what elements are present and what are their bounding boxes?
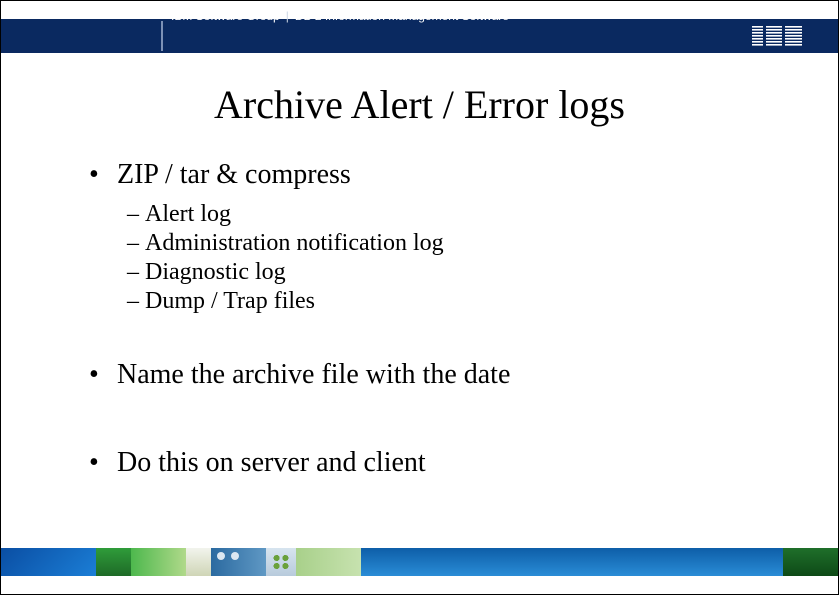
sub-bullet-marker: –	[127, 288, 145, 315]
slide-title: Archive Alert / Error logs	[1, 81, 838, 128]
header-bar	[1, 19, 838, 53]
sub-bullet-marker: –	[127, 230, 145, 257]
bullet-text: Do this on server and client	[117, 447, 426, 479]
bullet-item: • Name the archive file with the date	[89, 359, 778, 391]
spacer	[89, 401, 778, 447]
footer-segment	[361, 548, 783, 576]
sub-bullet-text: Administration notification log	[145, 230, 444, 257]
header-separator: |	[286, 9, 289, 23]
bullet-marker: •	[89, 447, 117, 479]
footer-graphic	[1, 548, 838, 576]
sub-bullet-text: Dump / Trap files	[145, 288, 315, 315]
sub-bullet-item: – Dump / Trap files	[127, 288, 778, 315]
sub-bullet-text: Alert log	[145, 201, 231, 228]
header-divider	[161, 21, 163, 51]
spacer	[89, 317, 778, 359]
footer-segment	[96, 548, 131, 576]
bullet-marker: •	[89, 359, 117, 391]
footer-segment	[296, 548, 361, 576]
bullet-text: ZIP / tar & compress	[117, 159, 351, 191]
footer-segment	[131, 548, 186, 576]
bullet-text: Name the archive file with the date	[117, 359, 510, 391]
slide: IBM Software Group | DB 2 Information Ma…	[0, 0, 839, 595]
content-area: • ZIP / tar & compress – Alert log – Adm…	[89, 159, 778, 489]
bullet-item: • Do this on server and client	[89, 447, 778, 479]
sub-bullet-item: – Alert log	[127, 201, 778, 228]
footer-segment	[1, 548, 96, 576]
sub-bullet-text: Diagnostic log	[145, 259, 286, 286]
sub-bullet-marker: –	[127, 259, 145, 286]
sub-bullet-item: – Administration notification log	[127, 230, 778, 257]
sub-bullet-marker: –	[127, 201, 145, 228]
footer-segment	[266, 548, 296, 576]
header-text: IBM Software Group | DB 2 Information Ma…	[171, 9, 509, 23]
header-group: IBM Software Group	[171, 9, 280, 23]
header-product: DB 2 Information Management Software	[295, 9, 509, 23]
ibm-logo	[752, 26, 802, 46]
footer-segment	[783, 548, 838, 576]
sub-bullet-item: – Diagnostic log	[127, 259, 778, 286]
footer-segment	[186, 548, 211, 576]
bullet-item: • ZIP / tar & compress	[89, 159, 778, 191]
footer-segment	[211, 548, 266, 576]
bullet-marker: •	[89, 159, 117, 191]
